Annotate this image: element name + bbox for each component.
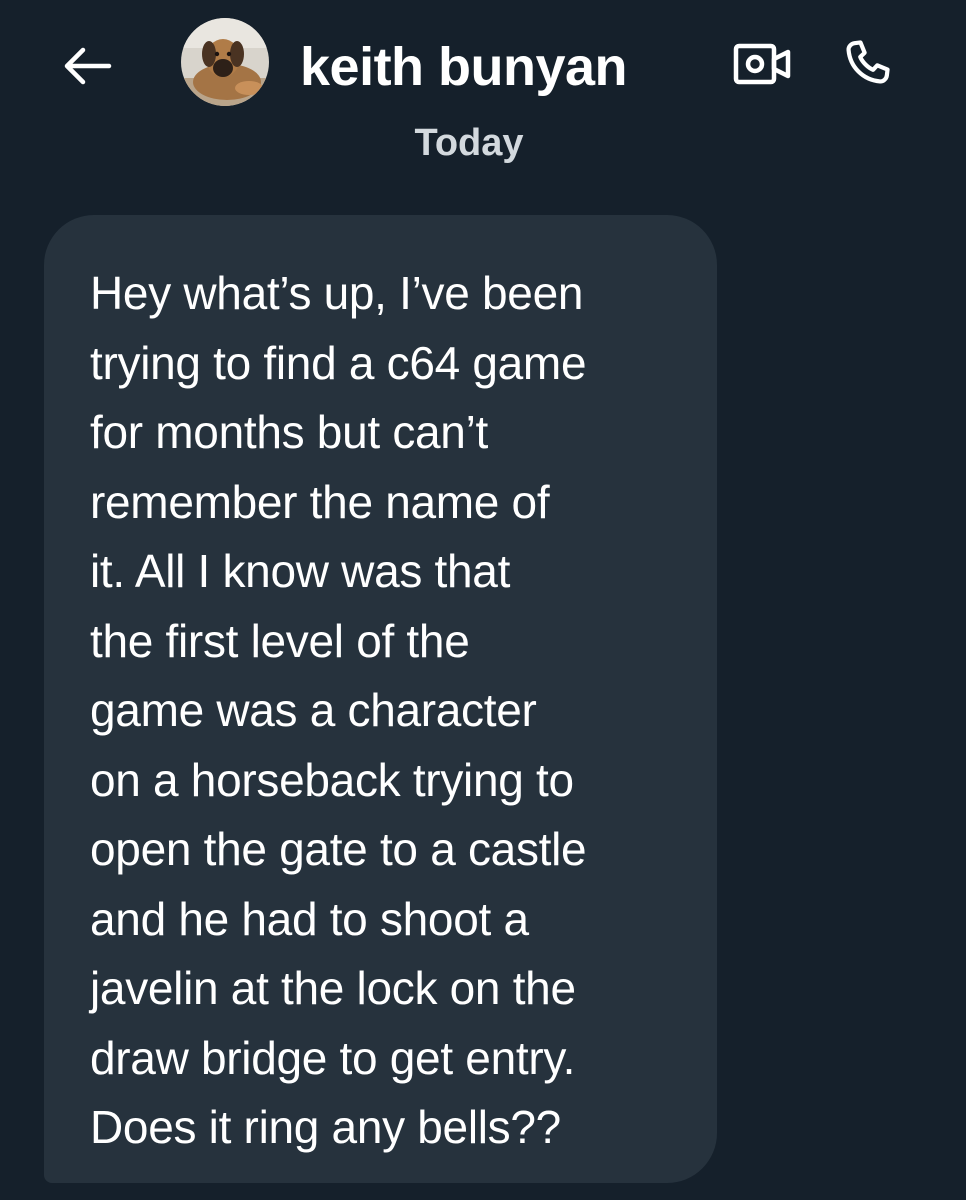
dog-avatar (181, 18, 269, 106)
video-camera-icon (733, 43, 791, 85)
video-call-button[interactable] (732, 38, 792, 90)
avatar[interactable] (181, 18, 269, 106)
phone-icon (846, 40, 890, 84)
message-text: Hey what’s up, I’ve been trying to find … (90, 267, 587, 1153)
back-button[interactable] (60, 40, 116, 92)
voice-call-button[interactable] (836, 32, 898, 94)
message-bubble-incoming[interactable]: Hey what’s up, I’ve been trying to find … (44, 215, 717, 1183)
date-divider-label: Today (414, 124, 524, 164)
arrow-left-icon (64, 47, 112, 85)
date-divider: Today (0, 124, 966, 168)
contact-name[interactable]: keith bunyan (300, 34, 628, 100)
conversation-header: keith bunyan (0, 0, 966, 135)
